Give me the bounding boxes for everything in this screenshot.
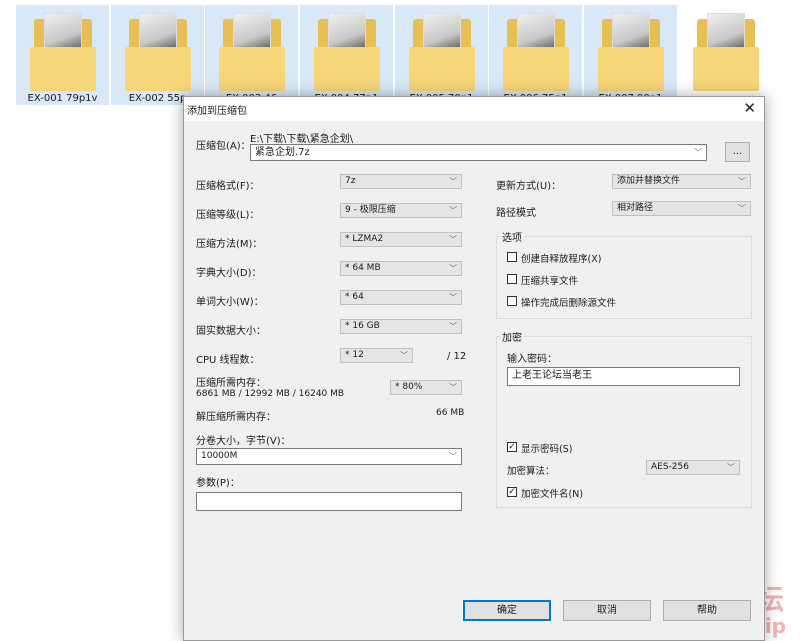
add-to-archive-dialog: 添加到压缩包 ✕ 压缩包(A)： E:\下载\下载\紧急企划\ 紧急企划.7z … <box>183 96 765 641</box>
update-value: 添加并替换文件 <box>617 176 681 186</box>
chevron-down-icon: ﹀ <box>449 293 457 302</box>
method-label: 压缩方法(M)： <box>196 239 263 250</box>
chevron-down-icon: ﹀ <box>449 206 457 215</box>
format-value: 7z <box>345 176 356 186</box>
decomp-label: 解压缩所需内存： <box>196 412 276 423</box>
folder-tile[interactable]: 上老王论坛当老 <box>679 5 772 108</box>
solid-value: * 16 GB <box>345 321 380 331</box>
folder-tile[interactable]: EX-006 75p1 <box>489 5 582 105</box>
archive-label: 压缩包(A)： <box>196 141 251 152</box>
level-combo[interactable]: 9 - 极限压缩 ﹀ <box>340 203 462 218</box>
mem-combo[interactable]: * 80% ﹀ <box>390 380 462 395</box>
format-combo[interactable]: 7z ﹀ <box>340 174 462 189</box>
update-label: 更新方式(U)： <box>496 181 562 192</box>
enc-method-combo[interactable]: AES-256 ﹀ <box>646 460 740 475</box>
encryption-title: 加密 <box>500 329 524 344</box>
folder-tile[interactable]: EX-004 77p1 <box>300 5 393 105</box>
pathmode-value: 相对路径 <box>617 203 654 213</box>
chevron-down-icon: ﹀ <box>449 452 457 461</box>
ok-button[interactable]: 确定 <box>463 600 551 621</box>
password-input[interactable]: 上老王论坛当老王 <box>507 367 740 386</box>
options-title: 选项 <box>500 229 524 244</box>
archive-path: E:\下载\下载\紧急企划\ <box>250 134 354 145</box>
sfx-checkbox[interactable] <box>507 252 517 262</box>
folder-tile[interactable]: EX-003 46 <box>205 5 298 105</box>
shared-checkbox[interactable] <box>507 274 517 284</box>
folder-icon <box>503 13 569 91</box>
word-combo[interactable]: * 64 ﹀ <box>340 290 462 305</box>
cpu-combo[interactable]: * 12 ﹀ <box>340 348 413 363</box>
delete-source-checkbox[interactable] <box>507 296 517 306</box>
level-value: 9 - 极限压缩 <box>345 205 396 215</box>
params-label: 参数(P)： <box>196 478 240 489</box>
sfx-label[interactable]: 创建自释放程序(X) <box>521 251 601 265</box>
pathmode-label: 路径模式 <box>496 208 536 219</box>
chevron-down-icon: ﹀ <box>738 177 746 186</box>
solid-combo[interactable]: * 16 GB ﹀ <box>340 319 462 334</box>
dialog-title: 添加到压缩包 <box>187 106 247 117</box>
dict-combo[interactable]: * 64 MB ﹀ <box>340 261 462 276</box>
cpu-total: / 12 <box>447 351 467 362</box>
folder-icon <box>219 13 285 91</box>
close-icon[interactable]: ✕ <box>743 99 756 117</box>
mem-label: 压缩所需内存： <box>196 378 266 389</box>
chevron-down-icon: ﹀ <box>449 177 457 186</box>
password-label: 输入密码： <box>507 354 557 365</box>
decomp-value: 66 MB <box>436 408 465 418</box>
delete-source-label[interactable]: 操作完成后删除源文件 <box>521 295 616 309</box>
update-combo[interactable]: 添加并替换文件 ﹀ <box>612 174 751 189</box>
chevron-down-icon: ﹀ <box>727 463 735 472</box>
enc-method-value: AES-256 <box>651 462 689 472</box>
archive-name-combo[interactable]: 紧急企划.7z ﹀ <box>250 144 707 161</box>
cpu-value: * 12 <box>345 350 364 360</box>
cpu-label: CPU 线程数： <box>196 355 260 366</box>
folder-tile[interactable]: EX-001 79p1v <box>16 5 109 105</box>
word-value: * 64 <box>345 292 364 302</box>
chevron-down-icon: ﹀ <box>694 148 702 157</box>
chevron-down-icon: ﹀ <box>449 235 457 244</box>
pathmode-combo[interactable]: 相对路径 ﹀ <box>612 201 751 216</box>
level-label: 压缩等级(L)： <box>196 210 260 221</box>
mem-value: * 80% <box>395 382 423 392</box>
chevron-down-icon: ﹀ <box>400 351 408 360</box>
volume-label: 分卷大小，字节(V)： <box>196 436 291 447</box>
params-input[interactable] <box>196 492 462 511</box>
method-combo[interactable]: * LZMA2 ﹀ <box>340 232 462 247</box>
folder-label: EX-001 79p1v <box>27 93 98 104</box>
enc-method-label: 加密算法： <box>507 466 555 477</box>
method-value: * LZMA2 <box>345 234 384 244</box>
help-button[interactable]: 帮助 <box>663 600 751 621</box>
dict-label: 字典大小(D)： <box>196 268 262 279</box>
folder-tile[interactable]: EX-005 70p1 <box>395 5 488 105</box>
word-label: 单词大小(W)： <box>196 297 264 308</box>
folder-icon <box>693 13 759 91</box>
encrypt-names-label[interactable]: 加密文件名(N) <box>521 486 583 500</box>
chevron-down-icon: ﹀ <box>738 204 746 213</box>
chevron-down-icon: ﹀ <box>449 264 457 273</box>
show-password-label[interactable]: 显示密码(S) <box>521 441 572 455</box>
folder-tile[interactable]: EX-002 55p <box>111 5 204 105</box>
folder-icon <box>314 13 380 91</box>
dialog-titlebar: 添加到压缩包 ✕ <box>184 97 764 121</box>
volume-value: 10000M <box>201 451 238 461</box>
folder-icon <box>409 13 475 91</box>
solid-label: 固实数据大小： <box>196 326 266 337</box>
format-label: 压缩格式(F)： <box>196 181 260 192</box>
folder-icon <box>30 13 96 91</box>
browse-button[interactable]: ... <box>725 142 750 162</box>
archive-name-value: 紧急企划.7z <box>255 147 310 158</box>
shared-label[interactable]: 压缩共享文件 <box>521 273 578 287</box>
cancel-button[interactable]: 取消 <box>563 600 651 621</box>
folder-icon <box>125 13 191 91</box>
dict-value: * 64 MB <box>345 263 381 273</box>
chevron-down-icon: ﹀ <box>449 383 457 392</box>
folder-icon <box>598 13 664 91</box>
encrypt-names-checkbox[interactable]: ✓ <box>507 487 517 497</box>
mem-detail: 6861 MB / 12992 MB / 16240 MB <box>196 389 345 399</box>
folder-tile[interactable]: EX-007 90p1 <box>584 5 677 105</box>
show-password-checkbox[interactable]: ✓ <box>507 442 517 452</box>
chevron-down-icon: ﹀ <box>449 322 457 331</box>
volume-combo[interactable]: 10000M ﹀ <box>196 448 462 465</box>
